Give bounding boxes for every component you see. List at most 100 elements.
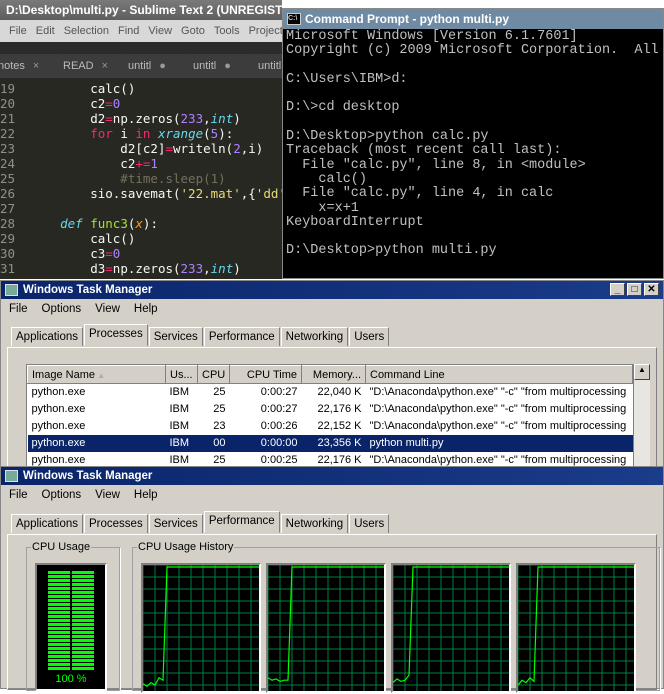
tab-users[interactable]: Users [349,514,390,533]
line-number: 24 [0,156,16,171]
column-label: CPU [202,368,226,381]
close-tab-icon[interactable]: × [33,60,39,72]
maximize-button[interactable]: □ [627,283,642,296]
close-button[interactable]: ✕ [644,283,659,296]
minimize-button[interactable]: _ [610,283,625,296]
column-header[interactable]: Image Name ▲ [27,365,166,384]
menu-view[interactable]: View [148,25,172,37]
tab-services[interactable]: Services [148,327,203,346]
column-header[interactable]: Command Line [365,365,633,384]
line-number: 23 [0,141,16,156]
cpu-history-plot [142,564,259,691]
process-row[interactable]: python.exe IBM 25 0:00:27 22,040 K "D:\Anacon… [28,384,633,401]
column-header[interactable]: Memory... [301,365,366,384]
tab-services[interactable]: Services [148,514,203,533]
process-cell: 0:00:27 [260,386,298,399]
cpu-meter-bar [48,607,70,610]
process-cell: 0:00:26 [260,420,298,432]
process-cell: IBM [169,403,190,415]
code-editor[interactable]: 19 calc() 20 c2=0 21 d2=np.zeros(233,int) 2… [0,78,282,276]
menu-selection[interactable]: Selection [64,25,109,37]
tab-users[interactable]: Users [349,327,390,346]
process-cell: 0:00:00 [229,434,302,452]
tab-performance[interactable]: Performance [203,511,280,533]
menu-file[interactable]: File [9,25,27,37]
cpu-meter-bar [72,647,94,650]
tab-processes[interactable]: Processes [84,324,148,346]
cpu-meter-bar [48,603,70,606]
menu-help[interactable]: Help [134,303,158,315]
menu-file[interactable]: File [9,489,28,501]
process-cell: 00 [197,434,230,452]
code-token: ): [142,216,158,231]
column-header[interactable]: CPU [197,365,230,384]
code-token: ,i) [240,141,264,156]
cpu-meter-bar [72,639,94,642]
process-row[interactable]: python.exe IBM 25 0:00:27 22,176 K "D:\Anacon… [28,401,633,418]
tab-applications[interactable]: Applications [11,514,84,533]
tm1-title: Windows Task Manager [23,284,153,296]
column-header[interactable]: CPU Time [229,365,302,384]
tab-performance[interactable]: Performance [203,327,280,346]
editor-tab[interactable]: untitl [250,54,282,78]
code-token: i [112,126,136,141]
menu-goto[interactable]: Goto [181,25,205,37]
tab-label: untitl [128,60,152,72]
menu-help[interactable]: Help [134,489,158,501]
cmd-output[interactable]: Microsoft Windows [Version 6.1.7601] Cop… [283,29,663,259]
line-number: 28 [0,216,16,231]
code-line: 27 [0,201,282,216]
cpu-meter-bar [72,579,94,582]
code-token: = [105,246,113,261]
tab-networking[interactable]: Networking [280,327,349,346]
process-cell: 25 [213,386,226,399]
menu-file[interactable]: File [9,303,28,315]
process-cell: 23 [213,420,226,432]
code-token: = [105,96,113,111]
cpu-meter-bar [72,655,94,658]
tab-processes[interactable]: Processes [84,514,148,533]
menu-project[interactable]: Project [249,25,282,37]
tm2-title-bar: Windows Task Manager [1,467,663,485]
process-row[interactable]: python.exe IBM 23 0:00:26 22,152 K "D:\Anacon… [28,418,633,435]
process-table-scrollbar[interactable]: ▲ [634,364,650,468]
line-number: 20 [0,96,16,111]
menu-tools[interactable]: Tools [214,25,240,37]
cpu-meter-bar [72,631,94,634]
cpu-meter-bar [72,595,94,598]
cpu-meter-bar [48,615,70,618]
menu-options[interactable]: Options [42,303,82,315]
code-token: sio.savemat( [30,186,181,201]
cpu-history-group: CPU Usage History [132,541,660,693]
sublime-window: D:\Desktop\multi.py - Sublime Text 2 (UN… [0,0,282,279]
menu-view[interactable]: View [95,303,120,315]
column-label: Image Name [32,368,95,381]
cpu-history-plot [267,564,384,691]
code-token: = [105,111,113,126]
code-line: 19 calc() [0,81,282,96]
unsaved-dot-icon[interactable]: ● [224,60,231,72]
scroll-up-arrow-icon[interactable]: ▲ [634,364,650,380]
menu-view[interactable]: View [95,489,120,501]
menu-find[interactable]: Find [118,25,139,37]
menu-edit[interactable]: Edit [36,25,55,37]
code-token: '22.mat' [180,186,241,201]
close-tab-icon[interactable]: × [102,60,108,72]
cpu-meter-bar [48,623,70,626]
process-row[interactable]: python.exe IBM 00 0:00:00 23,356 Kpython mul… [27,434,633,452]
tm2-title: Windows Task Manager [23,470,153,482]
cpu-meter-bar [48,575,70,578]
tm1-tabs: Applications Processes Services Performance… [11,324,390,346]
process-cell: IBM [165,434,198,452]
column-header[interactable]: Us... [165,365,198,384]
code-line: 24 c2+=1 [0,156,282,171]
cmd-icon: C:\ [287,13,301,25]
tab-applications[interactable]: Applications [11,327,84,346]
tm1-menu-bar: File Options View Help [1,299,663,319]
tab-networking[interactable]: Networking [280,514,349,533]
unsaved-dot-icon[interactable]: ● [159,60,166,72]
menu-options[interactable]: Options [42,489,82,501]
cpu-meter-bar [48,611,70,614]
cpu-meter-bar [48,599,70,602]
